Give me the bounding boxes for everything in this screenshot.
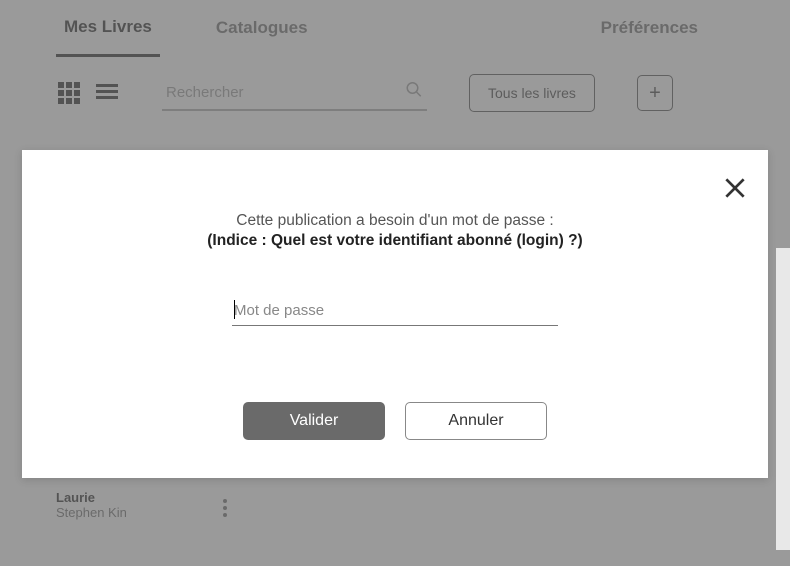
password-field[interactable] xyxy=(232,296,558,326)
modal-hint-text: (Indice : Quel est votre identifiant abo… xyxy=(207,232,582,250)
password-modal: Cette publication a besoin d'un mot de p… xyxy=(22,150,768,478)
scrollbar[interactable] xyxy=(776,130,790,550)
scrollbar-thumb[interactable] xyxy=(776,130,790,248)
validate-button[interactable]: Valider xyxy=(243,402,385,440)
modal-prompt-text: Cette publication a besoin d'un mot de p… xyxy=(236,212,553,230)
cancel-button[interactable]: Annuler xyxy=(405,402,547,440)
close-icon[interactable] xyxy=(722,175,748,206)
password-input[interactable] xyxy=(232,296,558,325)
text-caret xyxy=(234,300,235,319)
